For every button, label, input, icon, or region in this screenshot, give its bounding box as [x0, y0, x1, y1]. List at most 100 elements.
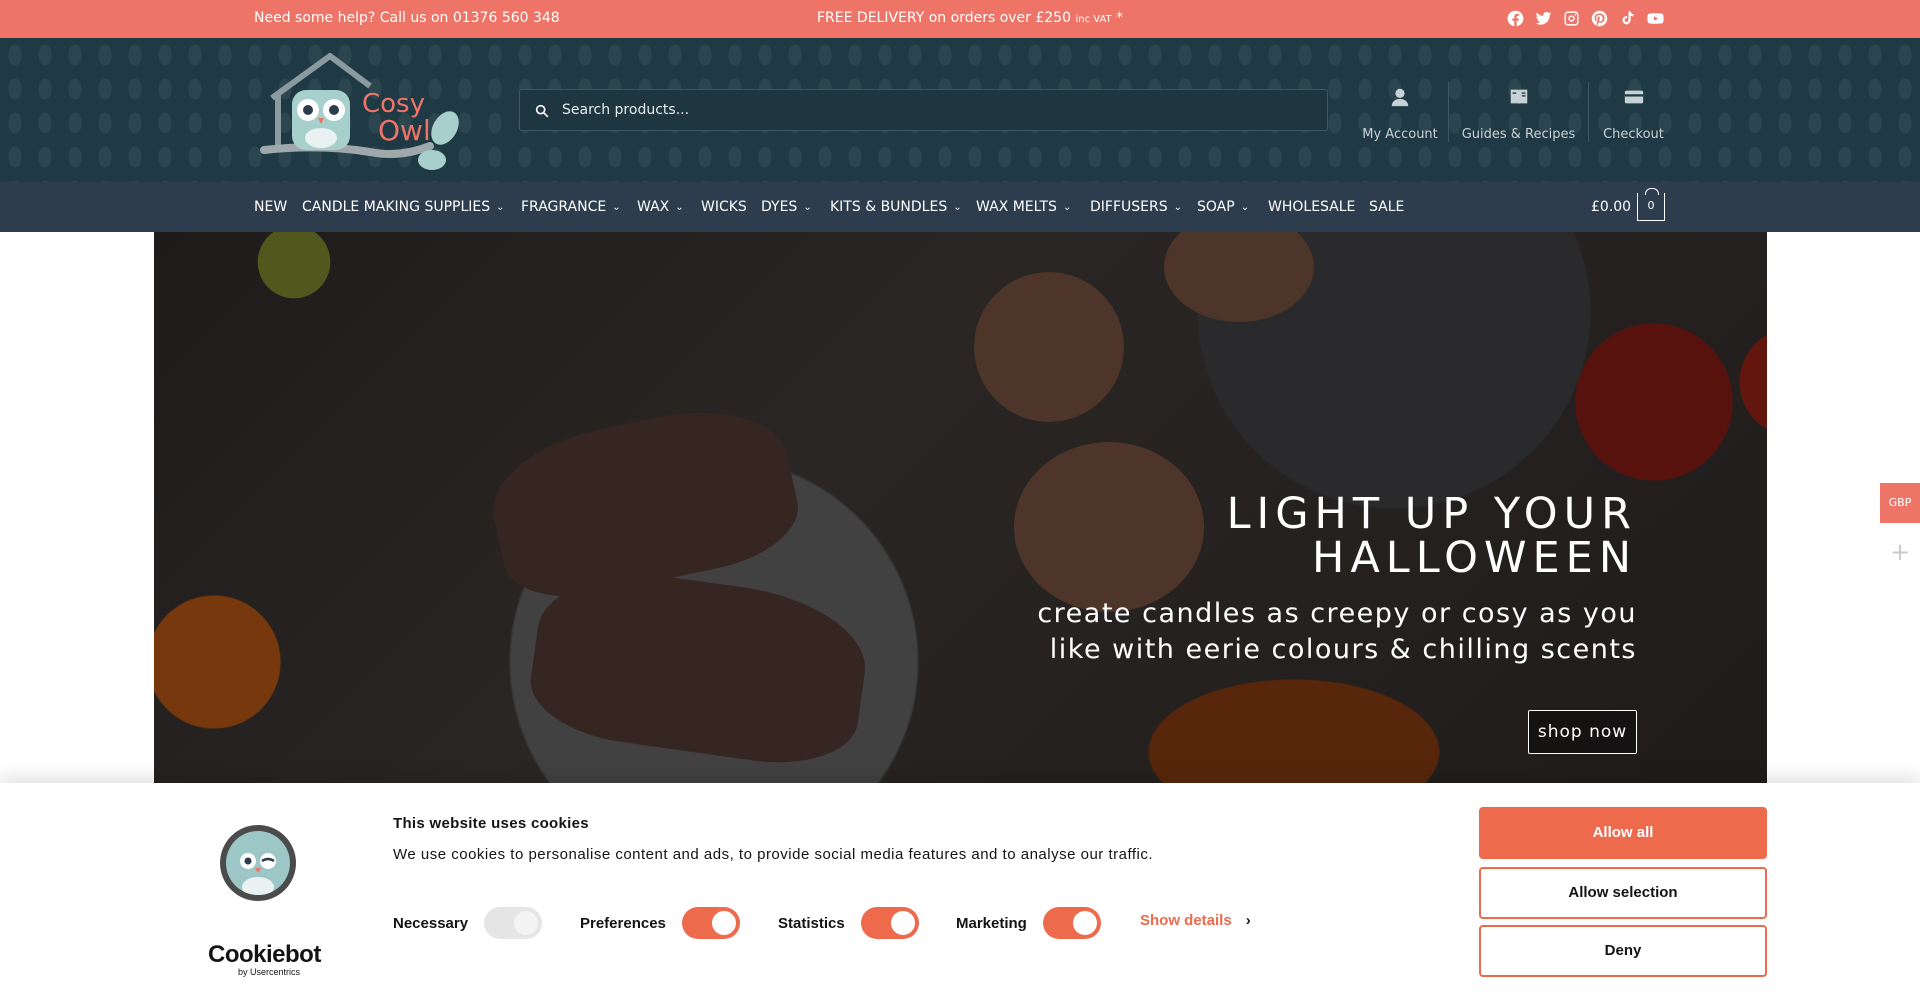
nav-label: CANDLE MAKING SUPPLIES: [302, 199, 491, 215]
cart-total[interactable]: £0.00: [1591, 199, 1631, 215]
delivery-vat-note: inc VAT: [1075, 14, 1112, 25]
hero-sub-line1: create candles as creepy or cosy as you: [1037, 598, 1637, 629]
nav-item-kits-bundles[interactable]: KITS & BUNDLES ⌄: [830, 199, 962, 215]
free-delivery-text: FREE DELIVERY on orders over £250 inc VA…: [817, 10, 1123, 26]
nav-item-diffusers[interactable]: DIFFUSERS ⌄: [1090, 199, 1182, 215]
toggle-label: Statistics: [778, 914, 845, 932]
hero-banner: LIGHT UP YOUR HALLOWEEN create candles a…: [154, 232, 1767, 783]
shop-now-button[interactable]: shop now: [1528, 710, 1637, 754]
nav-label: SALE: [1369, 199, 1405, 215]
site-header: Cosy Owl My Account Guides & Recipes Che…: [0, 38, 1920, 182]
hero-subheadline: create candles as creepy or cosy as you …: [937, 596, 1637, 668]
nav-item-dyes[interactable]: DYES ⌄: [761, 199, 812, 215]
nav-item-sale[interactable]: SALE: [1369, 199, 1404, 215]
user-icon: [1391, 88, 1409, 107]
plus-icon[interactable]: +: [1890, 538, 1910, 566]
guides-recipes-link[interactable]: Guides & Recipes: [1448, 82, 1588, 142]
cookiebot-logo: Cookiebot by Usercentrics: [208, 941, 321, 978]
chevron-down-icon: ⌄: [803, 202, 812, 213]
necessary-switch: [484, 907, 543, 939]
nav-label: DIFFUSERS: [1090, 199, 1168, 215]
nav-label: NEW: [254, 199, 288, 215]
chevron-down-icon: ⌄: [1062, 202, 1072, 213]
chevron-down-icon: ⌄: [1173, 202, 1182, 213]
cart-count: 0: [1647, 199, 1655, 212]
chevron-down-icon: ⌄: [1240, 202, 1250, 213]
preferences-switch[interactable]: [681, 907, 740, 939]
toggle-statistics: Statistics: [778, 907, 919, 939]
cookie-title: This website uses cookies: [393, 815, 589, 832]
cookiebot-brand-sub: by Usercentrics: [238, 967, 301, 977]
nav-item-wholesale[interactable]: WHOLESALE: [1268, 199, 1355, 215]
nav-label: KITS & BUNDLES: [830, 199, 948, 215]
guides-recipes-label: Guides & Recipes: [1461, 127, 1576, 142]
pinterest-icon[interactable]: [1590, 9, 1608, 27]
checkout-link[interactable]: Checkout: [1588, 82, 1678, 142]
hero-sub-line2: like with eerie colours & chilling scent…: [1049, 634, 1637, 665]
top-bar: Need some help? Call us on 01376 560 348…: [0, 0, 1920, 38]
nav-label: WICKS: [701, 199, 747, 215]
delivery-main: FREE DELIVERY on orders over £250: [817, 10, 1071, 26]
search-input[interactable]: [562, 90, 1312, 130]
toggle-preferences: Preferences: [580, 907, 740, 939]
show-details-link[interactable]: Show details ›: [1140, 912, 1251, 929]
owl-avatar: [220, 825, 296, 901]
nav-item-fragrance[interactable]: FRAGRANCE ⌄: [521, 199, 621, 215]
nav-label: WHOLESALE: [1268, 199, 1356, 215]
nav-label: WAX MELTS: [976, 199, 1057, 215]
hero-headline-line1: LIGHT UP YOUR: [1226, 489, 1637, 539]
currency-switcher[interactable]: GBP: [1880, 483, 1920, 523]
chevron-right-icon: ›: [1245, 912, 1251, 929]
toggle-label: Necessary: [393, 914, 469, 932]
nav-label: SOAP: [1197, 199, 1235, 215]
nav-item-soap[interactable]: SOAP ⌄: [1197, 199, 1249, 215]
social-links: [1506, 9, 1664, 27]
checkout-label: Checkout: [1603, 127, 1664, 142]
main-nav: NEW CANDLE MAKING SUPPLIES ⌄ FRAGRANCE ⌄ W…: [0, 182, 1920, 232]
toggle-necessary: Necessary: [393, 907, 543, 939]
nav-item-wax-melts[interactable]: WAX MELTS ⌄: [976, 199, 1071, 215]
delivery-star: *: [1116, 10, 1124, 26]
cookie-banner: Cookiebot by Usercentrics This website u…: [0, 783, 1920, 993]
cosy-owl-logo[interactable]: Cosy Owl: [260, 48, 470, 170]
search-icon[interactable]: [534, 103, 550, 119]
hero-headline-line2: HALLOWEEN: [1312, 533, 1637, 583]
search-box: [519, 89, 1328, 131]
show-details-label: Show details: [1140, 912, 1232, 929]
tiktok-icon[interactable]: [1618, 9, 1636, 27]
toggle-label: Marketing: [956, 914, 1027, 932]
toggle-marketing: Marketing: [956, 907, 1101, 939]
cookie-description: We use cookies to personalise content an…: [393, 846, 1154, 863]
my-account-link[interactable]: My Account: [1352, 82, 1448, 142]
facebook-icon[interactable]: [1506, 9, 1524, 27]
chevron-down-icon: ⌄: [675, 202, 684, 213]
book-icon: [1510, 89, 1527, 105]
marketing-switch[interactable]: [1042, 907, 1101, 939]
my-account-label: My Account: [1362, 127, 1438, 142]
hero-headline: LIGHT UP YOUR HALLOWEEN: [937, 492, 1637, 580]
nav-label: WAX: [637, 199, 670, 215]
card-icon: [1624, 90, 1643, 104]
toggle-label: Preferences: [580, 914, 666, 932]
nav-item-wicks[interactable]: WICKS: [701, 199, 747, 215]
twitter-icon[interactable]: [1534, 9, 1552, 27]
help-phone-text[interactable]: Need some help? Call us on 01376 560 348: [254, 10, 560, 26]
cart-icon[interactable]: 0: [1637, 188, 1665, 221]
chevron-down-icon: ⌄: [612, 202, 621, 213]
logo-line2: Owl: [378, 114, 431, 147]
nav-label: DYES: [761, 199, 798, 215]
statistics-switch[interactable]: [860, 907, 919, 939]
youtube-icon[interactable]: [1646, 9, 1664, 27]
chevron-down-icon: ⌄: [496, 202, 505, 213]
deny-button[interactable]: Deny: [1479, 925, 1767, 977]
instagram-icon[interactable]: [1562, 9, 1580, 27]
allow-all-button[interactable]: Allow all: [1479, 807, 1767, 859]
chevron-down-icon: ⌄: [953, 202, 962, 213]
nav-item-new[interactable]: NEW: [254, 199, 287, 215]
cookiebot-brand: Cookiebot: [208, 941, 321, 968]
allow-selection-button[interactable]: Allow selection: [1479, 867, 1767, 919]
header-links: My Account Guides & Recipes Checkout: [1352, 82, 1678, 142]
nav-item-wax[interactable]: WAX ⌄: [637, 199, 684, 215]
nav-item-candle-making-supplies[interactable]: CANDLE MAKING SUPPLIES ⌄: [302, 199, 505, 215]
nav-label: FRAGRANCE: [521, 199, 607, 215]
